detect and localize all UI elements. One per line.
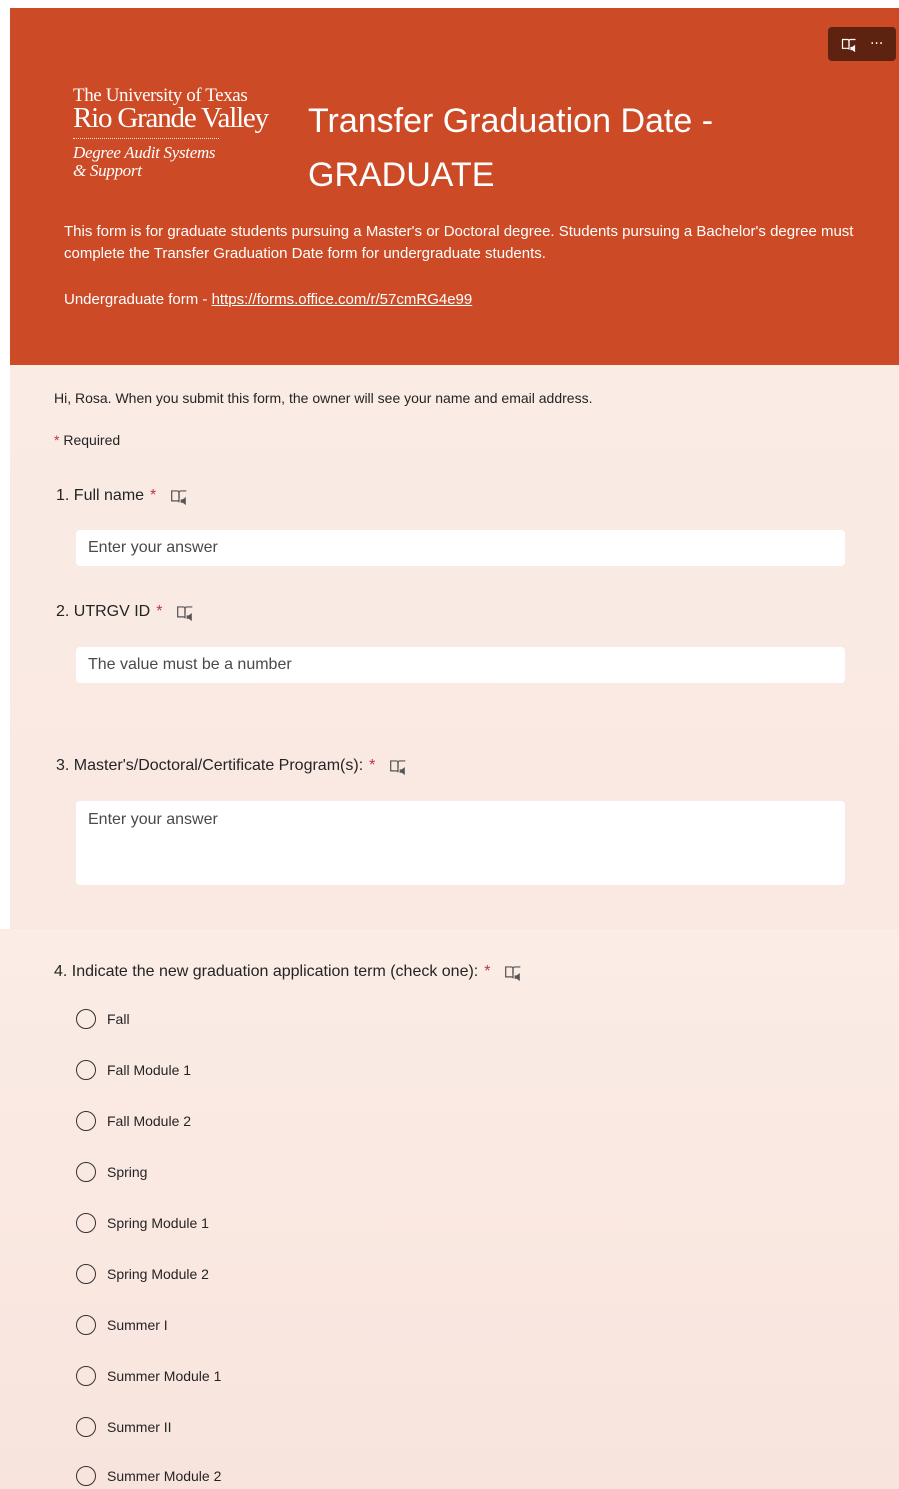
radio-button[interactable] <box>76 1366 96 1386</box>
full-name-input[interactable]: Enter your answer <box>76 530 845 566</box>
option-label: Fall Module 1 <box>107 1062 192 1078</box>
form-title-line-2: GRADUATE <box>308 156 495 194</box>
radio-button[interactable] <box>76 1315 96 1335</box>
logo-line-3: Degree Audit Systems <box>73 143 216 162</box>
form-title: Transfer Graduation Date - GRADUATE <box>308 94 868 202</box>
term-option-fall-module-1[interactable]: Fall Module 1 <box>76 1060 191 1080</box>
form-header: ··· The University of Texas Rio Grande V… <box>10 8 899 365</box>
option-label: Fall Module 2 <box>107 1113 192 1129</box>
term-option-spring-module-2[interactable]: Spring Module 2 <box>76 1264 209 1284</box>
question-1-label: 1. Full name <box>56 487 145 504</box>
radio-button[interactable] <box>76 1111 96 1131</box>
immersive-reader-icon[interactable] <box>841 36 857 52</box>
form-body-lower <box>0 929 899 1489</box>
required-star: * <box>54 432 60 448</box>
respondent-greeting: Hi, Rosa. When you submit this form, the… <box>54 390 593 406</box>
more-options-button[interactable]: ··· <box>870 37 883 51</box>
immersive-reader-icon[interactable] <box>389 757 407 775</box>
immersive-reader-icon[interactable] <box>176 603 194 621</box>
option-label: Summer Module 2 <box>107 1468 222 1484</box>
question-2-label: 2. UTRGV ID <box>56 603 151 620</box>
term-option-summer-module-2[interactable]: Summer Module 2 <box>76 1466 221 1486</box>
term-option-summer-i[interactable]: Summer I <box>76 1315 168 1335</box>
required-star: * <box>369 757 376 774</box>
required-star: * <box>156 603 163 620</box>
immersive-reader-icon[interactable] <box>170 487 188 505</box>
immersive-reader-icon[interactable] <box>504 963 522 981</box>
question-3-title: 3. Master's/Doctoral/Certificate Program… <box>56 757 407 775</box>
option-label: Fall <box>107 1011 130 1027</box>
question-3-label: 3. Master's/Doctoral/Certificate Program… <box>56 757 364 774</box>
radio-button[interactable] <box>76 1417 96 1437</box>
program-textarea[interactable]: Enter your answer <box>76 801 845 885</box>
term-option-spring-module-1[interactable]: Spring Module 1 <box>76 1213 209 1233</box>
undergrad-form-note: Undergraduate form - https://forms.offic… <box>64 289 472 311</box>
question-4-label: 4. Indicate the new graduation applicati… <box>54 963 479 980</box>
utrgv-id-input[interactable]: The value must be a number <box>76 647 845 683</box>
radio-button[interactable] <box>76 1060 96 1080</box>
option-label: Spring Module 1 <box>107 1215 209 1231</box>
logo-line-2: Rio Grande Valley <box>73 102 269 134</box>
option-label: Summer Module 1 <box>107 1368 222 1384</box>
required-text: Required <box>63 432 121 448</box>
radio-button[interactable] <box>76 1009 96 1029</box>
logo-divider <box>73 138 219 139</box>
term-option-fall[interactable]: Fall <box>76 1009 130 1029</box>
question-4-title: 4. Indicate the new graduation applicati… <box>54 963 522 981</box>
form-title-line-1: Transfer Graduation Date - <box>308 102 714 140</box>
undergrad-form-link[interactable]: https://forms.office.com/r/57cmRG4e99 <box>212 291 473 308</box>
radio-button[interactable] <box>76 1466 96 1486</box>
radio-button[interactable] <box>76 1264 96 1284</box>
radio-button[interactable] <box>76 1162 96 1182</box>
required-star: * <box>484 963 491 980</box>
required-star: * <box>150 487 157 504</box>
option-label: Summer II <box>107 1419 172 1435</box>
required-note: * Required <box>54 432 120 448</box>
term-option-summer-ii[interactable]: Summer II <box>76 1417 172 1437</box>
undergrad-form-prefix: Undergraduate form - <box>64 291 212 308</box>
question-1-title: 1. Full name * <box>56 487 188 505</box>
utrgv-logo: The University of Texas Rio Grande Valle… <box>73 86 293 180</box>
logo-line-4: & Support <box>73 161 142 180</box>
radio-button[interactable] <box>76 1213 96 1233</box>
term-option-summer-module-1[interactable]: Summer Module 1 <box>76 1366 221 1386</box>
form-description: This form is for graduate students pursu… <box>64 223 854 262</box>
option-label: Spring Module 2 <box>107 1266 209 1282</box>
term-option-spring[interactable]: Spring <box>76 1162 147 1182</box>
header-toolbar: ··· <box>828 27 896 61</box>
question-2-title: 2. UTRGV ID * <box>56 603 194 621</box>
term-option-fall-module-2[interactable]: Fall Module 2 <box>76 1111 191 1131</box>
option-label: Summer I <box>107 1317 168 1333</box>
option-label: Spring <box>107 1164 148 1180</box>
